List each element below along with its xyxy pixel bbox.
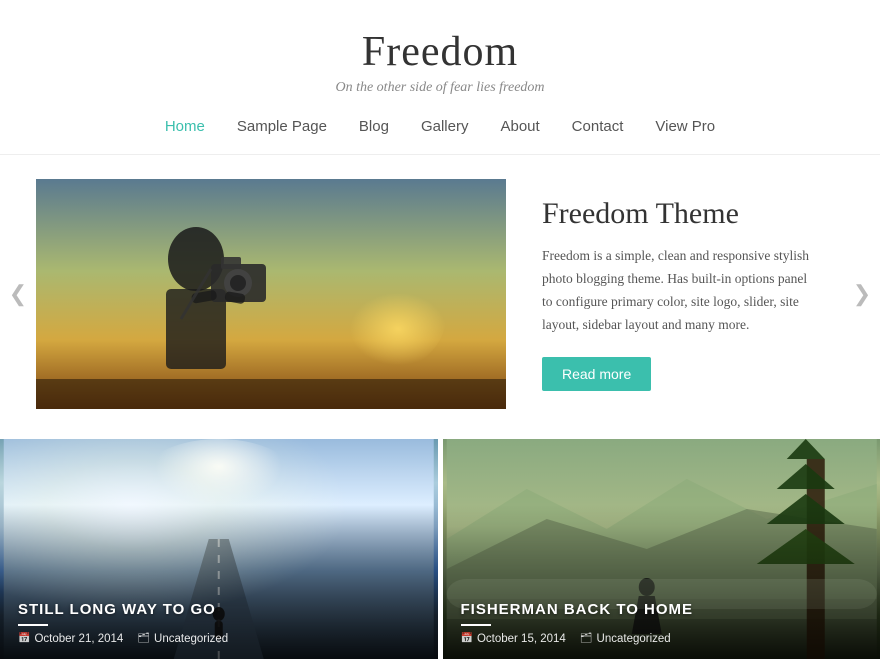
slider-content: Freedom Theme Freedom is a simple, clean… [506,177,844,411]
card-1-divider [18,624,48,626]
card-1-category: Uncategorized [154,633,228,645]
calendar-icon: 📅 [18,633,30,644]
nav-blog[interactable]: Blog [359,118,389,135]
card-1-body: STILL LONG WAY TO GO 📅 October 21, 2014 … [0,587,438,659]
card-1-meta: 📅 October 21, 2014 🗂 Uncategorized [18,633,420,645]
slider-image [36,179,506,409]
card-2-title: FISHERMAN BACK TO HOME [461,601,863,618]
nav-contact[interactable]: Contact [572,118,624,135]
slider-svg [36,179,506,409]
nav-about[interactable]: About [500,118,539,135]
site-tagline: On the other side of fear lies freedom [0,80,880,96]
card-2-date-item: 📅 October 15, 2014 [461,633,566,645]
card-1-date: October 21, 2014 [34,633,123,645]
card-2-category-item: 🗂 Uncategorized [580,633,671,645]
nav-gallery[interactable]: Gallery [421,118,469,135]
nav-view-pro[interactable]: View Pro [655,118,715,135]
folder-icon: 🗂 [137,633,150,644]
card-1-category-item: 🗂 Uncategorized [137,633,228,645]
slider-next-arrow[interactable]: ❯ [844,281,880,307]
nav-home[interactable]: Home [165,118,205,135]
card-2-category: Uncategorized [597,633,671,645]
main-nav: Home Sample Page Blog Gallery About Cont… [0,108,880,155]
site-title: Freedom [0,28,880,76]
read-more-button[interactable]: Read more [542,357,651,391]
card-1-date-item: 📅 October 21, 2014 [18,633,123,645]
card-2-date: October 15, 2014 [477,633,566,645]
card-1-title: STILL LONG WAY TO GO [18,601,420,618]
slider-description: Freedom is a simple, clean and responsiv… [542,245,814,337]
slider-section: ❮ [0,177,880,411]
calendar-icon-2: 📅 [461,633,473,644]
nav-sample-page[interactable]: Sample Page [237,118,327,135]
blog-card-1[interactable]: STILL LONG WAY TO GO 📅 October 21, 2014 … [0,439,438,659]
folder-icon-2: 🗂 [580,633,593,644]
slider-placeholder [36,179,506,409]
blog-grid: STILL LONG WAY TO GO 📅 October 21, 2014 … [0,439,880,659]
slider-prev-arrow[interactable]: ❮ [0,281,36,307]
card-2-meta: 📅 October 15, 2014 🗂 Uncategorized [461,633,863,645]
card-2-body: FISHERMAN BACK TO HOME 📅 October 15, 201… [443,587,880,659]
slider-title: Freedom Theme [542,197,814,231]
site-header: Freedom On the other side of fear lies f… [0,0,880,108]
blog-card-2[interactable]: FISHERMAN BACK TO HOME 📅 October 15, 201… [443,439,880,659]
card-2-divider [461,624,491,626]
